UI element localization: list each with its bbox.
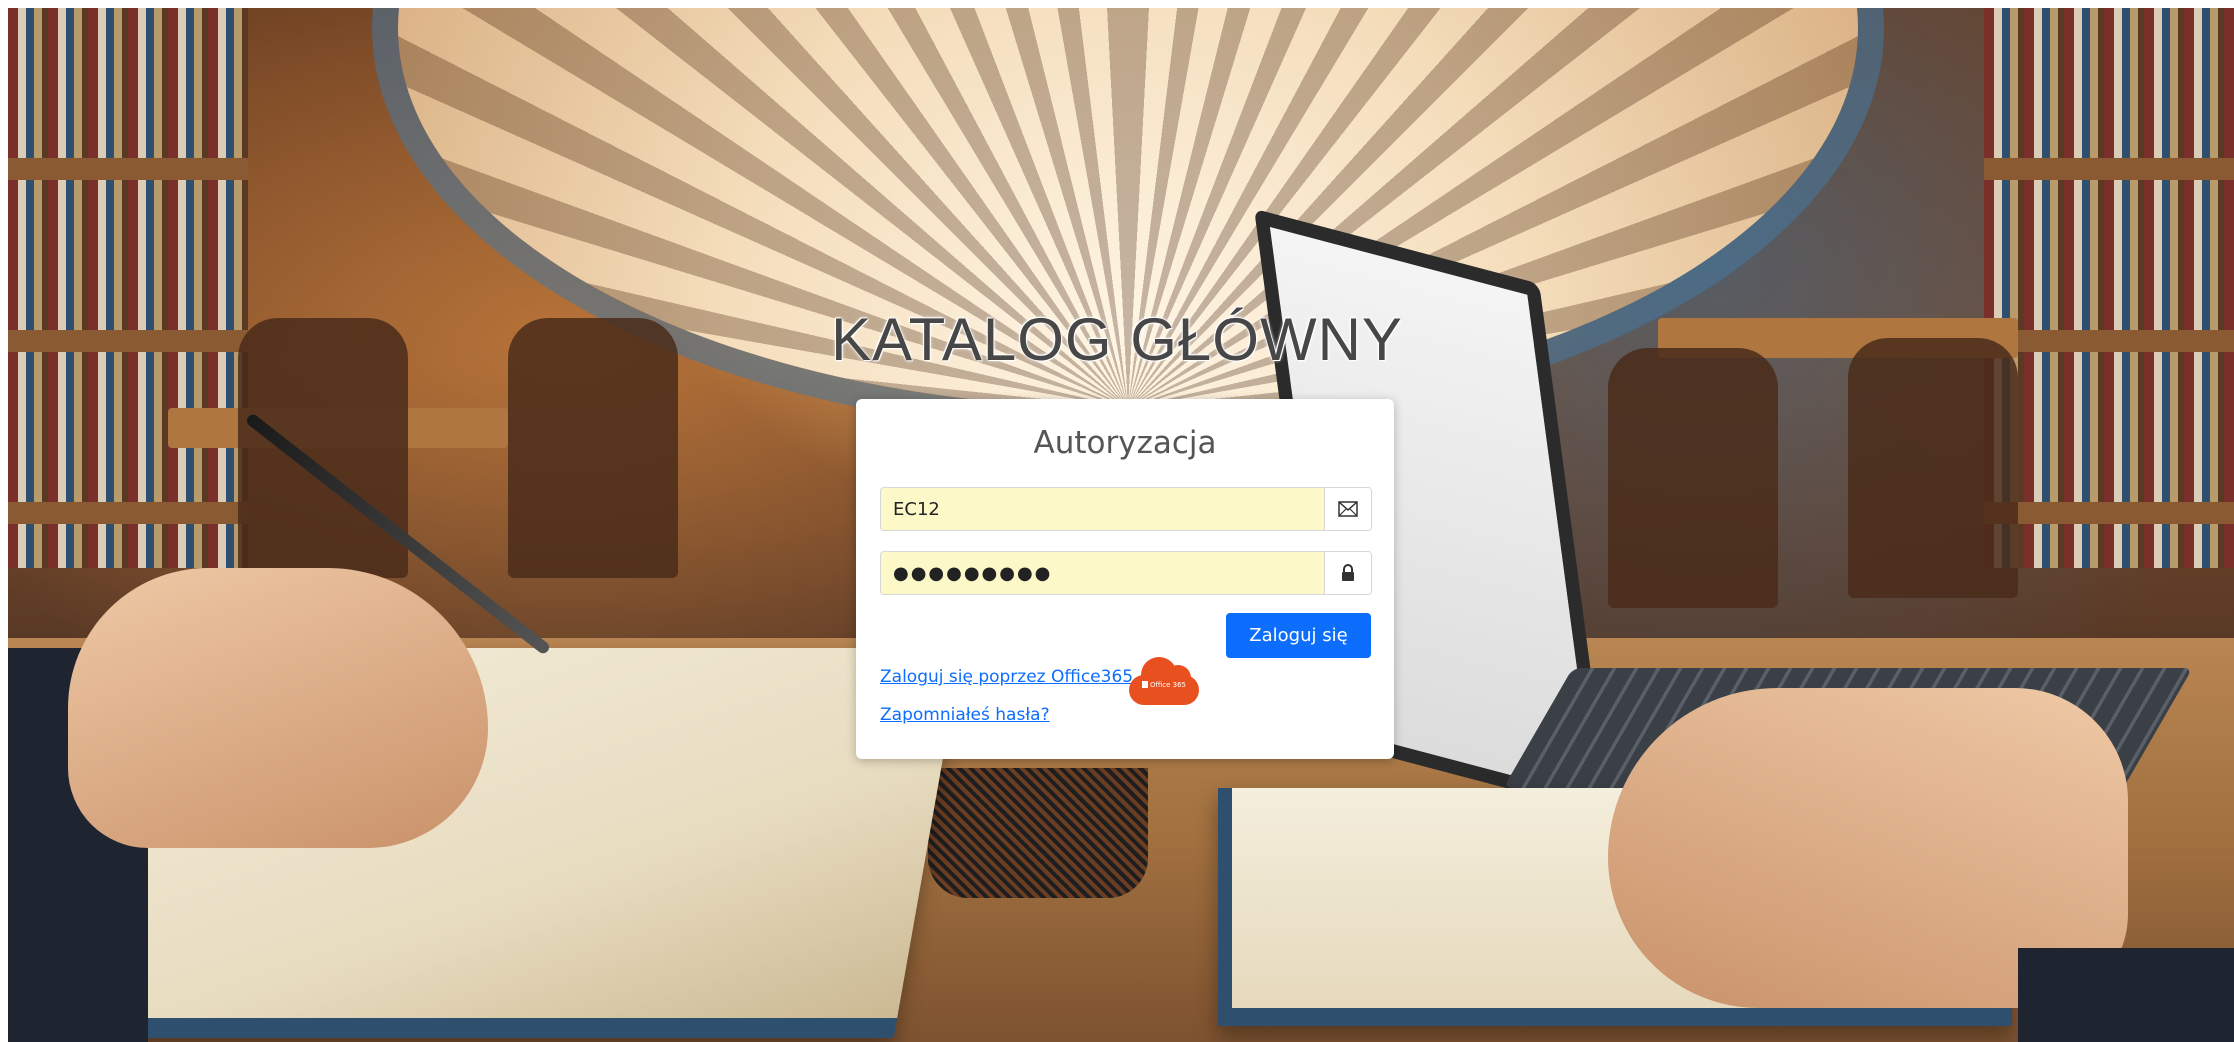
lock-icon — [1324, 552, 1371, 594]
sleeve-right — [2018, 948, 2234, 1042]
office365-cloud-icon[interactable]: Office 365 — [1128, 657, 1200, 705]
office365-login-link[interactable]: Zaloguj się poprzez Office365 — [880, 667, 1133, 687]
login-heading: Autoryzacja — [1033, 425, 1217, 461]
username-input[interactable] — [881, 488, 1324, 530]
forgot-password-link[interactable]: Zapomniałeś hasła? — [880, 705, 1050, 725]
hand-left — [68, 568, 488, 848]
envelope-icon — [1324, 488, 1371, 530]
username-input-group — [880, 487, 1372, 531]
page-title: KATALOG GŁÓWNY — [831, 306, 1403, 373]
login-card: Autoryzacja Zaloguj się Zaloguj się popr… — [856, 399, 1394, 759]
office365-badge-text: Office 365 — [1149, 681, 1187, 689]
login-button[interactable]: Zaloguj się — [1226, 613, 1371, 658]
pen-cup — [928, 768, 1148, 898]
password-input-group — [880, 551, 1372, 595]
password-input[interactable] — [881, 552, 1324, 594]
